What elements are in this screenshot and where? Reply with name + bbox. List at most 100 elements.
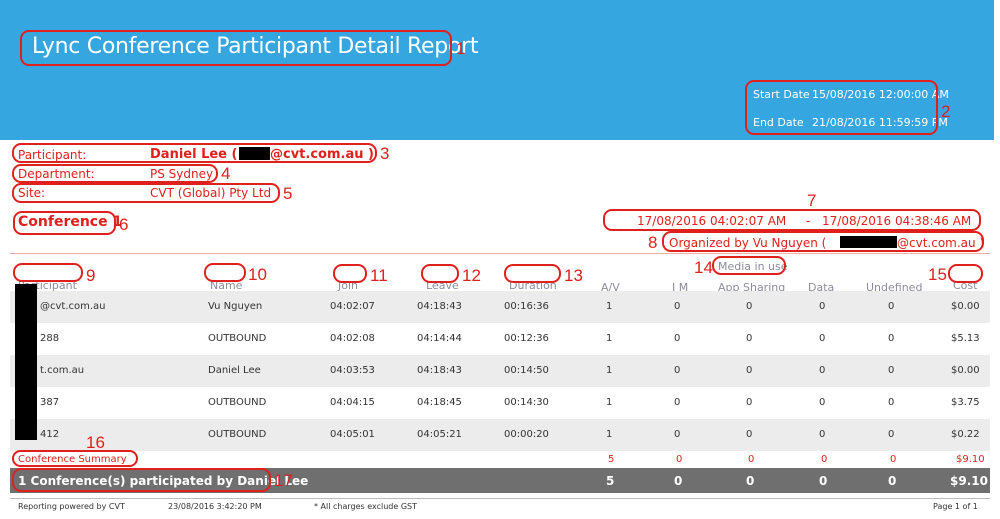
cell-leave: 04:18:45 <box>417 397 462 408</box>
annotation-number: 10 <box>248 265 267 284</box>
table-row: 412 OUTBOUND 04:05:01 04:05:21 00:00:20 1 0 0 0 0… <box>10 419 990 451</box>
cell-app: 0 <box>746 333 753 344</box>
total-data: 0 <box>819 474 828 488</box>
annotation-number: 14 <box>694 258 713 277</box>
cell-im: 0 <box>674 429 681 440</box>
annotation-number: 2 <box>941 102 951 121</box>
annotation-number: 4 <box>221 164 231 183</box>
annotation-outline <box>13 211 116 235</box>
cell-cost: $0.22 <box>951 429 980 440</box>
cell-leave: 04:18:43 <box>417 365 462 376</box>
cell-im: 0 <box>674 397 681 408</box>
cell-im: 0 <box>674 333 681 344</box>
cell-data: 0 <box>819 397 826 408</box>
cell-leave: 04:18:43 <box>417 301 462 312</box>
cell-cost: $3.75 <box>951 397 980 408</box>
annotation-number: 8 <box>648 233 658 252</box>
cell-join: 04:05:01 <box>330 429 375 440</box>
annotation-number: 13 <box>564 266 583 285</box>
cell-av: 1 <box>606 333 613 344</box>
annotation-outline <box>504 264 561 283</box>
annotation-outline <box>421 264 459 283</box>
cell-data: 0 <box>819 365 826 376</box>
cell-name: OUTBOUND <box>208 397 267 408</box>
cell-av: 1 <box>606 301 613 312</box>
summary-app: 0 <box>748 454 755 465</box>
table-row: t.com.au Daniel Lee 04:03:53 04:18:43 00:14:… <box>10 355 990 387</box>
cell-participant: t.com.au <box>40 365 85 376</box>
annotation-outline <box>662 231 984 252</box>
cell-data: 0 <box>819 429 826 440</box>
cell-undef: 0 <box>888 333 895 344</box>
divider <box>10 253 990 254</box>
cell-join: 04:03:53 <box>330 365 375 376</box>
cell-cost: $0.00 <box>951 365 980 376</box>
cell-participant: 412 <box>40 429 60 440</box>
cell-join: 04:04:15 <box>330 397 375 408</box>
cell-duration: 00:16:36 <box>504 301 549 312</box>
footer-page: Page 1 of 1 <box>933 502 978 511</box>
annotation-outline <box>603 209 981 231</box>
cell-name: Vu Nguyen <box>208 301 263 312</box>
cell-im: 0 <box>674 301 681 312</box>
annotation-outline <box>948 264 983 283</box>
total-app: 0 <box>746 474 755 488</box>
annotation-number: 6 <box>119 215 129 234</box>
annotation-outline <box>333 264 367 283</box>
annotation-number: 9 <box>86 266 96 285</box>
cell-name: Daniel Lee <box>208 365 261 376</box>
cell-participant: @cvt.com.au <box>40 301 106 312</box>
annotation-number: 16 <box>86 433 105 452</box>
total-av: 5 <box>606 474 615 488</box>
cell-cost: $0.00 <box>951 301 980 312</box>
cell-name: OUTBOUND <box>208 429 267 440</box>
annotation-number: 3 <box>380 144 390 163</box>
cell-duration: 00:00:20 <box>504 429 549 440</box>
total-im: 0 <box>674 474 683 488</box>
cell-duration: 00:14:50 <box>504 365 549 376</box>
annotation-outline <box>12 450 138 467</box>
footer-note: * All charges exclude GST <box>314 502 418 511</box>
cell-undef: 0 <box>888 365 895 376</box>
annotation-outline <box>20 30 452 66</box>
cell-av: 1 <box>606 397 613 408</box>
cell-undef: 0 <box>888 429 895 440</box>
annotation-outline <box>712 256 786 275</box>
annotation-outline <box>12 468 271 492</box>
annotation-number: 5 <box>283 184 293 203</box>
annotation-number: 11 <box>370 266 388 285</box>
total-undefined: 0 <box>888 474 897 488</box>
cell-app: 0 <box>746 397 753 408</box>
redaction-block <box>15 284 37 440</box>
cell-leave: 04:05:21 <box>417 429 462 440</box>
summary-data: 0 <box>821 454 828 465</box>
annotation-number: 17 <box>274 471 293 490</box>
annotation-number: 7 <box>807 191 817 210</box>
cell-join: 04:02:07 <box>330 301 375 312</box>
total-cost: $9.10 <box>950 474 988 488</box>
table-row: @cvt.com.au Vu Nguyen 04:02:07 04:18:43 00:1… <box>10 291 990 323</box>
cell-av: 1 <box>606 429 613 440</box>
cell-undef: 0 <box>888 397 895 408</box>
cell-join: 04:02:08 <box>330 333 375 344</box>
cell-data: 0 <box>819 333 826 344</box>
table-row: 387 OUTBOUND 04:04:15 04:18:45 00:14:30 1 0 0 0 0… <box>10 387 990 419</box>
annotation-outline <box>13 263 83 282</box>
footer-generated: 23/08/2016 3:42:20 PM <box>168 502 262 511</box>
cell-participant: 387 <box>40 397 60 408</box>
annotation-number: 15 <box>928 265 947 284</box>
cell-av: 1 <box>606 365 613 376</box>
annotation-outline <box>12 143 377 163</box>
annotation-outline <box>12 183 280 203</box>
cell-participant: 288 <box>40 333 60 344</box>
annotation-number: 12 <box>462 266 481 285</box>
cell-undef: 0 <box>888 301 895 312</box>
cell-duration: 00:14:30 <box>504 397 549 408</box>
table-row: 288 OUTBOUND 04:02:08 04:14:44 00:12:36 1 0 0 0 0… <box>10 323 990 355</box>
annotation-outline <box>745 80 938 135</box>
footer-divider <box>10 498 990 499</box>
summary-im: 0 <box>676 454 683 465</box>
cell-app: 0 <box>746 429 753 440</box>
summary-undefined: 0 <box>890 454 897 465</box>
annotation-outline <box>204 263 246 282</box>
